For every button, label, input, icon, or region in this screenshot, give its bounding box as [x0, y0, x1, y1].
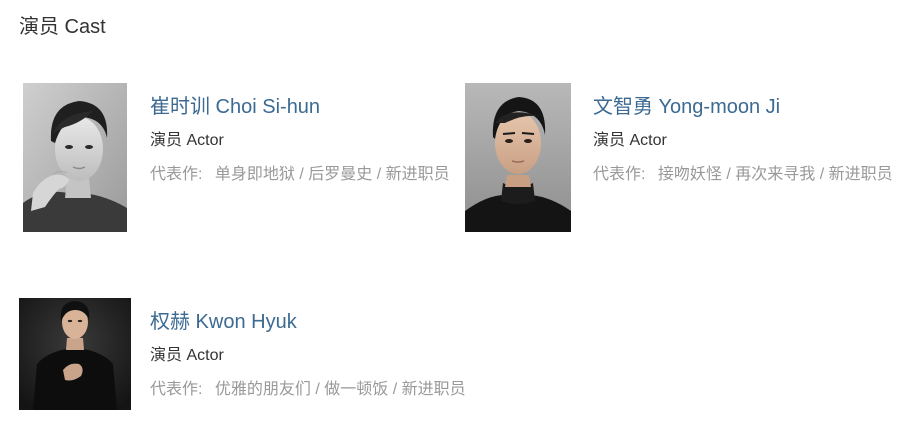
works-label: 代表作:: [593, 166, 646, 183]
works-separator: /: [721, 166, 736, 183]
works-separator: /: [372, 166, 386, 183]
cast-info: 崔时训 Choi Si-hun 演员 Actor 代表作: 单身即地狱 / 后罗…: [150, 83, 462, 188]
cast-works: 代表作: 优雅的朋友们 / 做一顿饭 / 新进职员: [150, 376, 570, 403]
cast-works: 代表作: 接吻妖怪 / 再次来寻我 / 新进职员: [593, 161, 908, 188]
cast-info: 文智勇 Yong-moon Ji 演员 Actor 代表作: 接吻妖怪 / 再次…: [593, 83, 908, 188]
cast-works: 代表作: 单身即地狱 / 后罗曼史 / 新进职员: [150, 161, 462, 188]
cast-role: 演员 Actor: [150, 347, 224, 364]
work-link[interactable]: 单身即地狱: [215, 166, 295, 183]
section-title: 演员 Cast: [19, 16, 106, 38]
cast-role: 演员 Actor: [593, 132, 667, 149]
cast-photo[interactable]: [465, 83, 571, 232]
cast-name-link[interactable]: 崔时训 Choi Si-hun: [150, 95, 462, 119]
work-link[interactable]: 优雅的朋友们: [215, 381, 311, 398]
cast-role: 演员 Actor: [150, 132, 224, 149]
portrait-image: [23, 83, 127, 232]
work-link[interactable]: 新进职员: [829, 166, 893, 183]
works-separator: /: [388, 381, 402, 398]
cast-name-link[interactable]: 权赫 Kwon Hyuk: [150, 310, 570, 334]
works-separator: /: [815, 166, 829, 183]
cast-photo[interactable]: [19, 298, 131, 410]
work-link[interactable]: 做一顿饭: [324, 381, 388, 398]
works-separator: /: [310, 381, 325, 398]
cast-name-link[interactable]: 文智勇 Yong-moon Ji: [593, 95, 908, 119]
works-label: 代表作:: [150, 166, 203, 183]
work-link[interactable]: 接吻妖怪: [658, 166, 722, 183]
portrait-image: [19, 298, 131, 410]
works-separator: /: [294, 166, 309, 183]
work-link[interactable]: 再次来寻我: [735, 166, 815, 183]
work-link[interactable]: 新进职员: [402, 381, 466, 398]
cast-photo[interactable]: [23, 83, 127, 232]
works-label: 代表作:: [150, 381, 203, 398]
work-link[interactable]: 后罗曼史: [308, 166, 372, 183]
work-link[interactable]: 新进职员: [386, 166, 450, 183]
cast-info: 权赫 Kwon Hyuk 演员 Actor 代表作: 优雅的朋友们 / 做一顿饭…: [150, 298, 570, 403]
portrait-image: [465, 83, 571, 232]
